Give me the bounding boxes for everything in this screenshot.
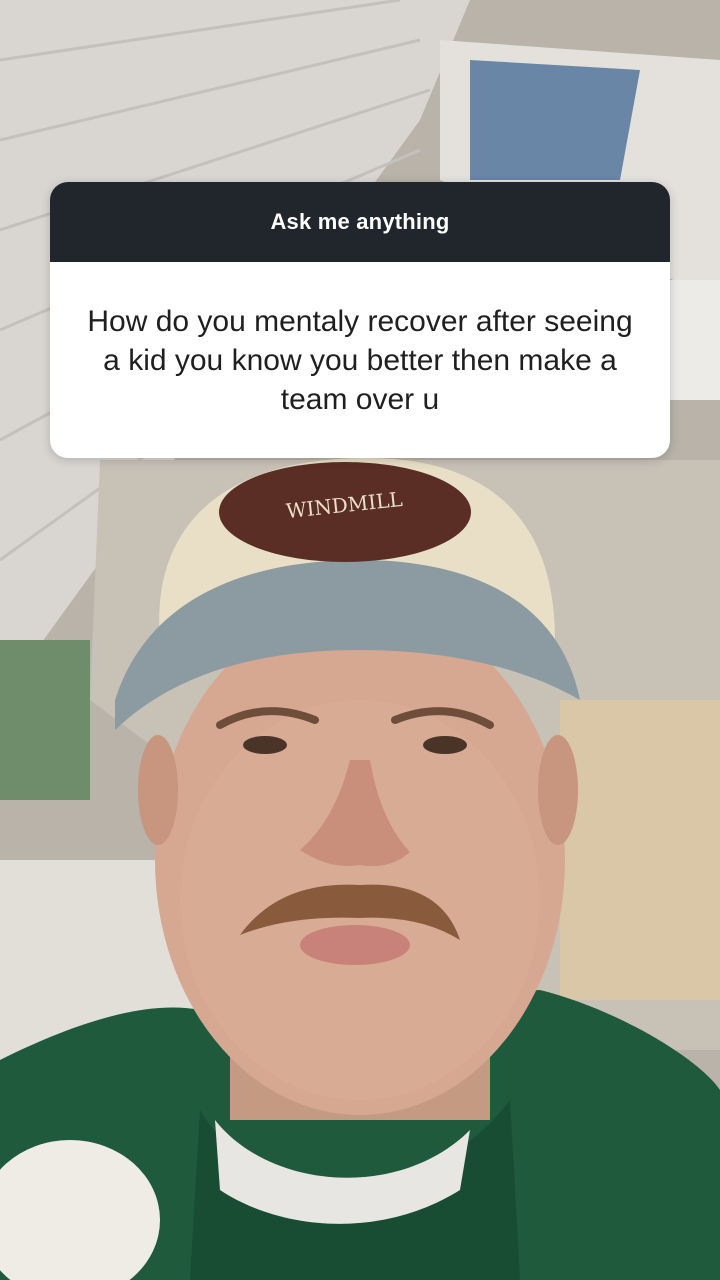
- question-text: How do you mentaly recover after seeing …: [50, 262, 670, 458]
- question-sticker[interactable]: Ask me anything How do you mentaly recov…: [50, 182, 670, 458]
- sticker-header: Ask me anything: [50, 182, 670, 262]
